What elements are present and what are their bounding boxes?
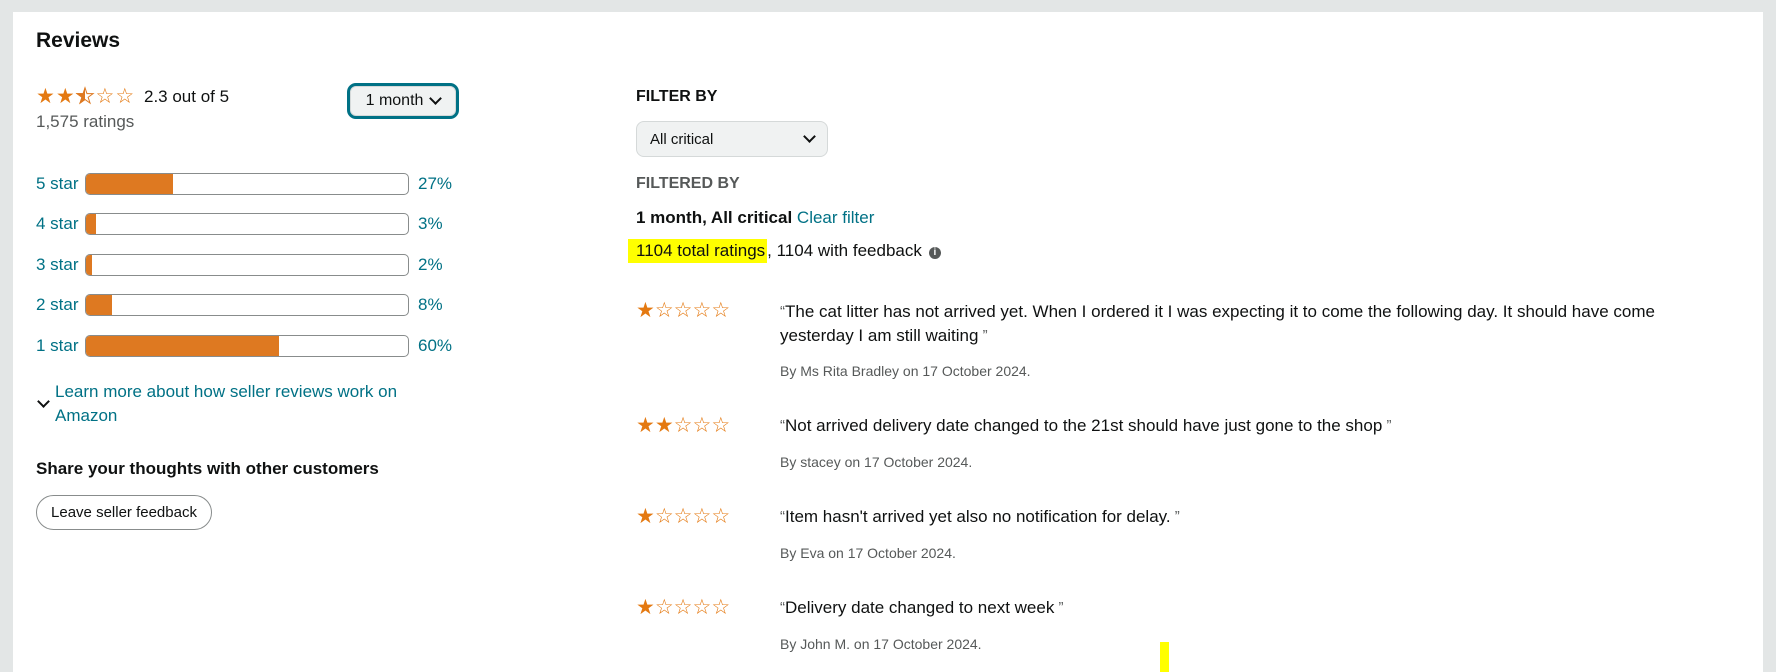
applied-filters-text: 1 month, All critical (636, 208, 793, 227)
leave-seller-feedback-button[interactable]: Leave seller feedback (36, 495, 212, 530)
close-quote: ” (978, 327, 988, 344)
star-empty-icon: ☆ (115, 85, 135, 108)
star-empty-icon: ☆ (95, 85, 115, 108)
star-empty-icon: ☆ (692, 505, 712, 528)
star-empty-icon: ☆ (654, 505, 674, 528)
review-stars: ★ ☆ ☆ ☆ ☆ (636, 597, 730, 618)
histogram-label[interactable]: 3 star (36, 255, 85, 275)
star-empty-icon: ☆ (711, 505, 731, 528)
histogram-row-5[interactable]: 5 star 27% (36, 172, 452, 196)
histogram-percent[interactable]: 8% (418, 295, 443, 315)
learn-more-link[interactable]: Learn more about how seller reviews work… (55, 380, 445, 428)
highlight-marker (1160, 642, 1169, 672)
close-quote: ” (1170, 508, 1180, 525)
with-feedback-count: , 1104 with feedback (767, 241, 922, 260)
star-full-icon: ★ (36, 85, 55, 108)
reviews-panel: Reviews ★ ★ ★ ☆ ☆ 2.3 out of 5 1,575 rat… (13, 12, 1763, 672)
average-rating-stars: ★ ★ ★ ☆ ☆ (36, 85, 135, 108)
chevron-down-icon (803, 130, 816, 143)
histogram-bar[interactable] (85, 335, 409, 357)
star-half-icon: ★ (75, 85, 95, 108)
applied-filters: 1 month, All critical Clear filter (636, 208, 874, 228)
histogram-fill (86, 295, 112, 315)
review-author: By stacey on 17 October 2024. (780, 454, 973, 470)
star-empty-icon: ☆ (692, 414, 712, 437)
histogram-percent[interactable]: 3% (418, 214, 443, 234)
chevron-down-icon (429, 92, 443, 105)
histogram-bar[interactable] (85, 254, 409, 276)
review-body: Not arrived delivery date changed to the… (785, 416, 1383, 435)
histogram-bar[interactable] (85, 294, 409, 316)
review-text: “Item hasn't arrived yet also no notific… (780, 505, 1700, 529)
star-full-icon: ★ (636, 299, 655, 322)
star-empty-icon: ☆ (673, 596, 693, 619)
review-stars: ★ ☆ ☆ ☆ ☆ (636, 506, 730, 527)
page-title: Reviews (36, 29, 121, 52)
histogram-label[interactable]: 1 star (36, 336, 85, 356)
histogram-percent[interactable]: 2% (418, 255, 443, 275)
review-author: By Eva on 17 October 2024. (780, 545, 956, 561)
star-empty-icon: ☆ (692, 596, 712, 619)
star-full-icon: ★ (636, 505, 655, 528)
histogram-percent[interactable]: 27% (418, 174, 452, 194)
ratings-count: 1104 total ratings , 1104 with feedback … (628, 239, 941, 263)
histogram-row-3[interactable]: 3 star 2% (36, 253, 443, 277)
filter-by-label: FILTER BY (636, 88, 718, 105)
histogram-fill (86, 336, 280, 356)
info-icon[interactable]: i (928, 246, 941, 259)
review-stars: ★ ★ ☆ ☆ ☆ (636, 415, 730, 436)
star-empty-icon: ☆ (654, 299, 674, 322)
histogram-label[interactable]: 4 star (36, 214, 85, 234)
star-full-icon: ★ (636, 596, 655, 619)
filter-dropdown[interactable]: All critical (636, 121, 828, 157)
review-body: Item hasn't arrived yet also no notifica… (785, 507, 1171, 526)
histogram-fill (86, 174, 173, 194)
histogram-row-2[interactable]: 2 star 8% (36, 293, 443, 317)
histogram-bar[interactable] (85, 213, 409, 235)
review-author: By John M. on 17 October 2024. (780, 636, 982, 652)
histogram-percent[interactable]: 60% (418, 336, 452, 356)
star-full-icon: ★ (654, 414, 674, 437)
filtered-by-label: FILTERED BY (636, 175, 740, 192)
review-text: “The cat litter has not arrived yet. Whe… (780, 300, 1700, 348)
star-full-icon: ★ (636, 414, 655, 437)
histogram-row-4[interactable]: 4 star 3% (36, 212, 443, 236)
histogram-label[interactable]: 2 star (36, 295, 85, 315)
clear-filter-link[interactable]: Clear filter (797, 208, 874, 227)
histogram-row-1[interactable]: 1 star 60% (36, 334, 452, 358)
time-period-value: 1 month (365, 92, 424, 109)
close-quote: ” (1054, 599, 1064, 616)
star-empty-icon: ☆ (692, 299, 712, 322)
close-quote: ” (1382, 417, 1392, 434)
star-empty-icon: ☆ (673, 505, 693, 528)
histogram-fill (86, 214, 96, 234)
star-empty-icon: ☆ (654, 596, 674, 619)
chevron-down-icon[interactable] (37, 395, 50, 408)
review-body: Delivery date changed to next week (785, 598, 1055, 617)
total-ratings-highlight: 1104 total ratings (628, 239, 768, 263)
review-author: By Ms Rita Bradley on 17 October 2024. (780, 363, 1031, 379)
star-empty-icon: ☆ (711, 414, 731, 437)
star-empty-icon: ☆ (673, 299, 693, 322)
histogram-fill (86, 255, 93, 275)
histogram-label[interactable]: 5 star (36, 174, 85, 194)
star-empty-icon: ☆ (711, 596, 731, 619)
review-stars: ★ ☆ ☆ ☆ ☆ (636, 300, 730, 321)
time-period-dropdown[interactable]: 1 month (347, 83, 459, 119)
filter-dropdown-value: All critical (650, 130, 714, 148)
review-text: “Delivery date changed to next week ” (780, 596, 1700, 620)
star-empty-icon: ☆ (673, 414, 693, 437)
star-full-icon: ★ (55, 85, 75, 108)
average-rating-text: 2.3 out of 5 (144, 87, 230, 106)
histogram-bar[interactable] (85, 173, 409, 195)
star-empty-icon: ☆ (711, 299, 731, 322)
review-text: “Not arrived delivery date changed to th… (780, 414, 1700, 438)
total-ratings: 1,575 ratings (36, 112, 135, 131)
review-body: The cat litter has not arrived yet. When… (780, 302, 1655, 345)
share-thoughts-heading: Share your thoughts with other customers (36, 459, 379, 478)
